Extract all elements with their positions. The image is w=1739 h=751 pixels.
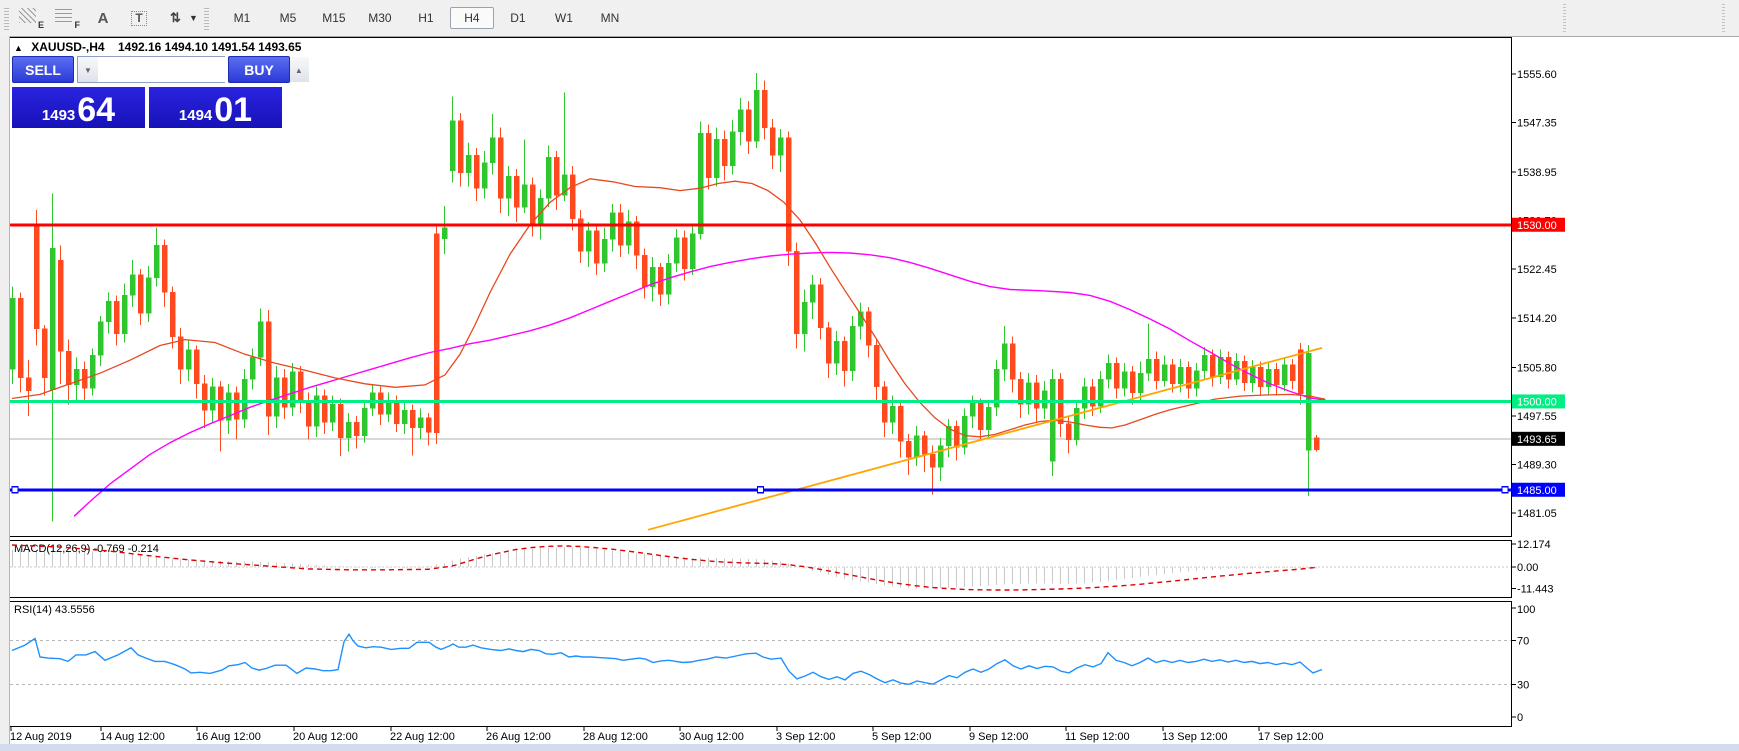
timeframe-button-m15[interactable]: M15 <box>312 7 356 29</box>
svg-text:1555.60: 1555.60 <box>1517 69 1557 81</box>
icon-letter: E <box>38 21 44 30</box>
pattern-f-icon[interactable]: F <box>54 6 80 30</box>
svg-text:14 Aug 12:00: 14 Aug 12:00 <box>100 731 165 743</box>
price-axis[interactable]: 1555.601547.351538.951530.701522.451514.… <box>1511 69 1557 520</box>
rsi-label: RSI(14) 43.5556 <box>14 604 95 616</box>
pattern-e-icon[interactable]: E <box>18 6 44 30</box>
svg-text:100: 100 <box>1517 604 1535 616</box>
macd-pane[interactable] <box>10 541 1512 598</box>
svg-text:1547.35: 1547.35 <box>1517 118 1557 130</box>
symbol-title: ▲ XAUUSD-,H4 1492.16 1494.10 1491.54 149… <box>14 40 301 54</box>
price-tag-bid-text: 1493.65 <box>1517 434 1557 446</box>
volume-increase-button[interactable]: ▲ <box>289 57 309 82</box>
timeframe-group: M1M5M15M30H1H4D1W1MN <box>219 7 633 29</box>
timeframe-button-m1[interactable]: M1 <box>220 7 264 29</box>
symbol-period-label: XAUUSD-,H4 <box>31 40 104 54</box>
price-tag-green-text: 1500.00 <box>1517 396 1557 408</box>
svg-text:1481.05: 1481.05 <box>1517 508 1557 520</box>
sell-price-pips: 64 <box>77 94 115 126</box>
icon-letter: T <box>131 11 146 26</box>
timeframe-button-mn[interactable]: MN <box>588 7 632 29</box>
svg-text:30: 30 <box>1517 679 1529 691</box>
svg-text:0: 0 <box>1517 712 1523 724</box>
volume-stepper: ▼ ▲ <box>77 56 225 83</box>
toolbar-separator <box>1563 4 1566 32</box>
svg-text:9 Sep 12:00: 9 Sep 12:00 <box>969 731 1028 743</box>
left-edge-strip <box>0 36 10 751</box>
sell-button[interactable]: SELL <box>12 56 74 83</box>
timeframe-button-h1[interactable]: H1 <box>404 7 448 29</box>
one-click-trade-panel: SELL ▼ ▲ BUY 1493 64 1494 01 <box>12 56 294 128</box>
svg-text:22 Aug 12:00: 22 Aug 12:00 <box>390 731 455 743</box>
svg-text:5 Sep 12:00: 5 Sep 12:00 <box>872 731 931 743</box>
svg-text:13 Sep 12:00: 13 Sep 12:00 <box>1162 731 1227 743</box>
svg-text:20 Aug 12:00: 20 Aug 12:00 <box>293 731 358 743</box>
buy-price-pips: 01 <box>214 94 252 126</box>
svg-text:0.00: 0.00 <box>1517 562 1538 574</box>
sell-price-display[interactable]: 1493 64 <box>12 87 145 128</box>
ohlc-values: 1492.16 1494.10 1491.54 1493.65 <box>118 40 302 54</box>
svg-text:12 Aug 2019: 12 Aug 2019 <box>10 731 72 743</box>
icon-letter: F <box>75 21 81 30</box>
toolbar-group-handle[interactable] <box>204 6 209 30</box>
buy-button[interactable]: BUY <box>228 56 290 83</box>
price-tag-blue-text: 1485.00 <box>1517 485 1557 497</box>
svg-text:1514.20: 1514.20 <box>1517 313 1557 325</box>
svg-text:70: 70 <box>1517 636 1529 648</box>
buy-price-display[interactable]: 1494 01 <box>149 87 282 128</box>
toolbar-drag-handle[interactable] <box>4 6 9 30</box>
hline-handle[interactable] <box>758 487 764 493</box>
svg-text:-11.443: -11.443 <box>1517 584 1554 596</box>
toolbar-separator <box>1722 4 1725 32</box>
dropdown-caret-icon[interactable]: ▼ <box>189 13 198 23</box>
price-tag-red-text: 1530.00 <box>1517 220 1557 232</box>
time-axis[interactable]: 12 Aug 2019 14 Aug 12:00 16 Aug 12:00 20 Au… <box>10 727 1323 743</box>
textbox-t-icon[interactable]: T <box>126 6 152 30</box>
timeframe-button-m5[interactable]: M5 <box>266 7 310 29</box>
timeframe-button-d1[interactable]: D1 <box>496 7 540 29</box>
hline-handle[interactable] <box>1502 487 1508 493</box>
svg-text:1489.30: 1489.30 <box>1517 459 1557 471</box>
svg-text:26 Aug 12:00: 26 Aug 12:00 <box>486 731 551 743</box>
svg-text:1538.95: 1538.95 <box>1517 167 1557 179</box>
svg-text:1497.55: 1497.55 <box>1517 411 1557 423</box>
volume-decrease-button[interactable]: ▼ <box>78 57 98 82</box>
svg-text:12.174: 12.174 <box>1517 539 1551 551</box>
timeframe-button-m30[interactable]: M30 <box>358 7 402 29</box>
svg-text:11 Sep 12:00: 11 Sep 12:00 <box>1065 731 1130 743</box>
svg-text:28 Aug 12:00: 28 Aug 12:00 <box>583 731 648 743</box>
svg-text:1522.45: 1522.45 <box>1517 264 1557 276</box>
bottom-edge-strip <box>0 744 1739 751</box>
dots-glyph <box>55 9 72 22</box>
timeframe-button-h4[interactable]: H4 <box>450 7 494 29</box>
svg-text:1505.80: 1505.80 <box>1517 362 1557 374</box>
text-a-icon[interactable]: A <box>90 6 116 30</box>
svg-text:16 Aug 12:00: 16 Aug 12:00 <box>196 731 261 743</box>
hatch-glyph <box>19 8 36 23</box>
hline-handle[interactable] <box>12 487 18 493</box>
icon-letter: A <box>98 10 109 27</box>
svg-text:17 Sep 12:00: 17 Sep 12:00 <box>1258 731 1323 743</box>
panel-collapse-icon[interactable]: ▲ <box>14 43 23 53</box>
toolbar: E F A T ⇅ ▼ M1M5M15M30H1H4D1W1MN <box>0 0 1739 37</box>
sort-arrows-icon[interactable]: ⇅ <box>162 6 188 30</box>
svg-text:3 Sep 12:00: 3 Sep 12:00 <box>776 731 835 743</box>
icon-letter: ⇅ <box>170 10 180 26</box>
buy-price-main: 1494 <box>179 106 212 126</box>
sell-price-main: 1493 <box>42 106 75 126</box>
svg-text:30 Aug 12:00: 30 Aug 12:00 <box>679 731 744 743</box>
timeframe-button-w1[interactable]: W1 <box>542 7 586 29</box>
